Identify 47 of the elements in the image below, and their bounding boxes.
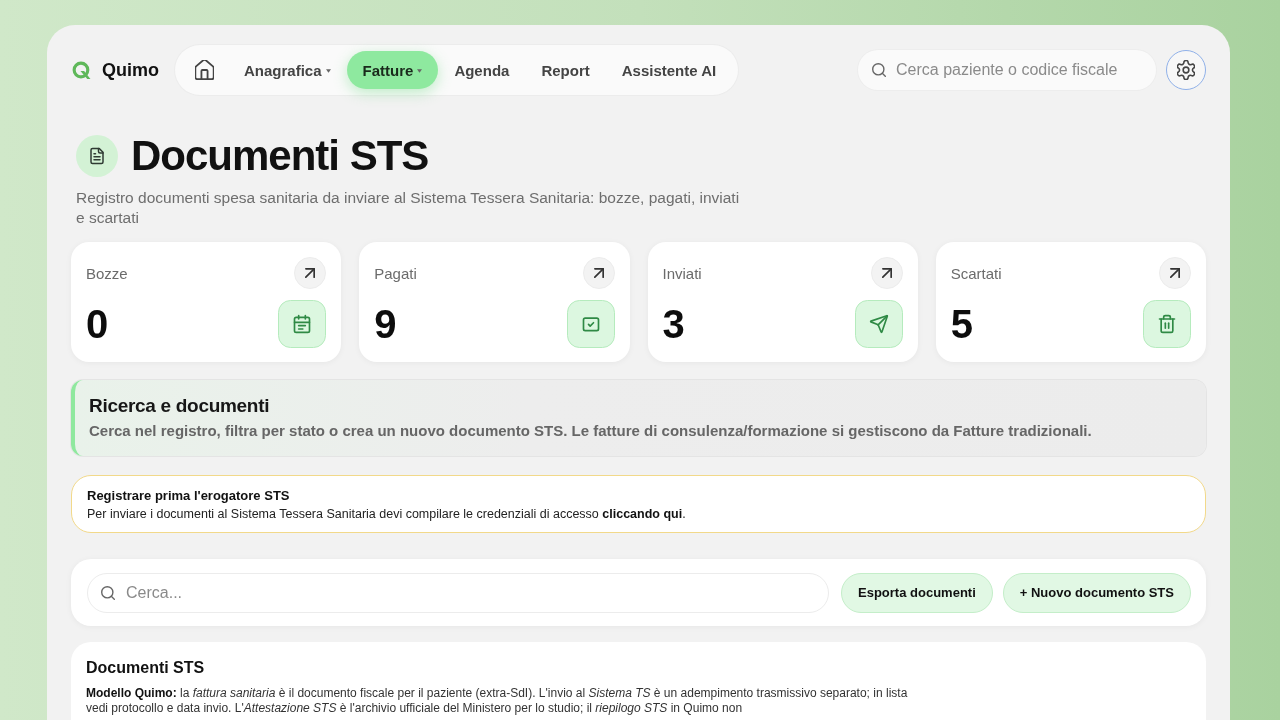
nav-tab[interactable]: Agenda bbox=[438, 51, 526, 89]
stat-label: Pagati bbox=[374, 264, 417, 282]
brand-name: Quimo bbox=[102, 59, 159, 81]
arrow-up-right-icon bbox=[593, 268, 604, 278]
check-square-icon bbox=[566, 300, 615, 348]
stat-value: 3 bbox=[662, 302, 685, 346]
documents-title: Documenti STS bbox=[86, 658, 206, 678]
settings-icon bbox=[1177, 60, 1195, 80]
search-icon bbox=[872, 63, 886, 77]
stat-value: 5 bbox=[950, 302, 973, 346]
search-field[interactable]: Cerca paziente o codice fiscale bbox=[858, 50, 1156, 90]
action-button[interactable]: + Nuovo documento STS bbox=[1002, 572, 1191, 613]
arrow-up-right-icon bbox=[881, 268, 892, 278]
arrow-up-right-icon bbox=[305, 268, 316, 278]
section-title: Ricerca e documenti bbox=[89, 394, 271, 418]
caret-icon bbox=[417, 69, 423, 73]
nav-tab[interactable]: Report bbox=[525, 51, 606, 89]
nav-tab[interactable]: Assistente AI bbox=[605, 51, 733, 89]
document-icon bbox=[76, 135, 118, 177]
arrow-up-right-icon bbox=[1170, 268, 1180, 278]
nav-tab[interactable]: Fatture bbox=[346, 51, 439, 89]
documents-note: Modello Quimo: la fattura sanitaria è il documento fiscale per il paziente (extra-SdI). L'invio al Sistema TS è un adempimento trasmissivo separato; in lista vedi protocollo e data invio. L'Attestazione STS è l'archivio ufficiale del Ministero per lo studio; il riepilogo STS in Quimo non bbox=[86, 686, 909, 716]
stat-value: 9 bbox=[374, 302, 397, 346]
caret-icon bbox=[325, 69, 331, 73]
action-button[interactable]: Esporta documenti bbox=[841, 572, 993, 613]
home-icon bbox=[195, 60, 214, 80]
search-field[interactable]: Cerca... bbox=[87, 572, 830, 613]
logo-icon bbox=[71, 59, 92, 81]
send-icon bbox=[854, 300, 903, 348]
calendar-icon bbox=[278, 300, 327, 348]
notice-title: Registrare prima l'erogatore STS bbox=[87, 487, 291, 504]
open-button[interactable] bbox=[582, 257, 615, 289]
search-icon bbox=[101, 585, 115, 600]
open-button[interactable] bbox=[1159, 257, 1191, 289]
open-button[interactable] bbox=[870, 257, 903, 289]
open-button[interactable] bbox=[294, 257, 327, 289]
page-subtitle: Registro documenti spesa sanitaria da inviare al Sistema Tessera Sanitaria: bozze, pagati, inviati e scartati bbox=[76, 188, 741, 228]
section-text: Cerca nel registro, filtra per stato o crea un nuovo documento STS. Le fatture di consulenza/formazione si gestiscono da Fatture tradizionali. bbox=[89, 421, 1093, 441]
stat-value: 0 bbox=[86, 302, 109, 346]
stat-label: Bozze bbox=[86, 264, 128, 282]
stat-label: Scartati bbox=[950, 264, 1002, 282]
stat-label: Inviati bbox=[662, 264, 702, 282]
trash-icon bbox=[1143, 300, 1191, 348]
page-title: Documenti STS bbox=[131, 134, 429, 178]
settings-button[interactable] bbox=[1166, 50, 1206, 90]
nav-tab[interactable]: Anagrafica bbox=[228, 51, 347, 89]
notice-text: Per inviare i documenti al Sistema Tessera Sanitaria devi compilare le credenziali di accesso cliccando qui. bbox=[87, 506, 687, 523]
